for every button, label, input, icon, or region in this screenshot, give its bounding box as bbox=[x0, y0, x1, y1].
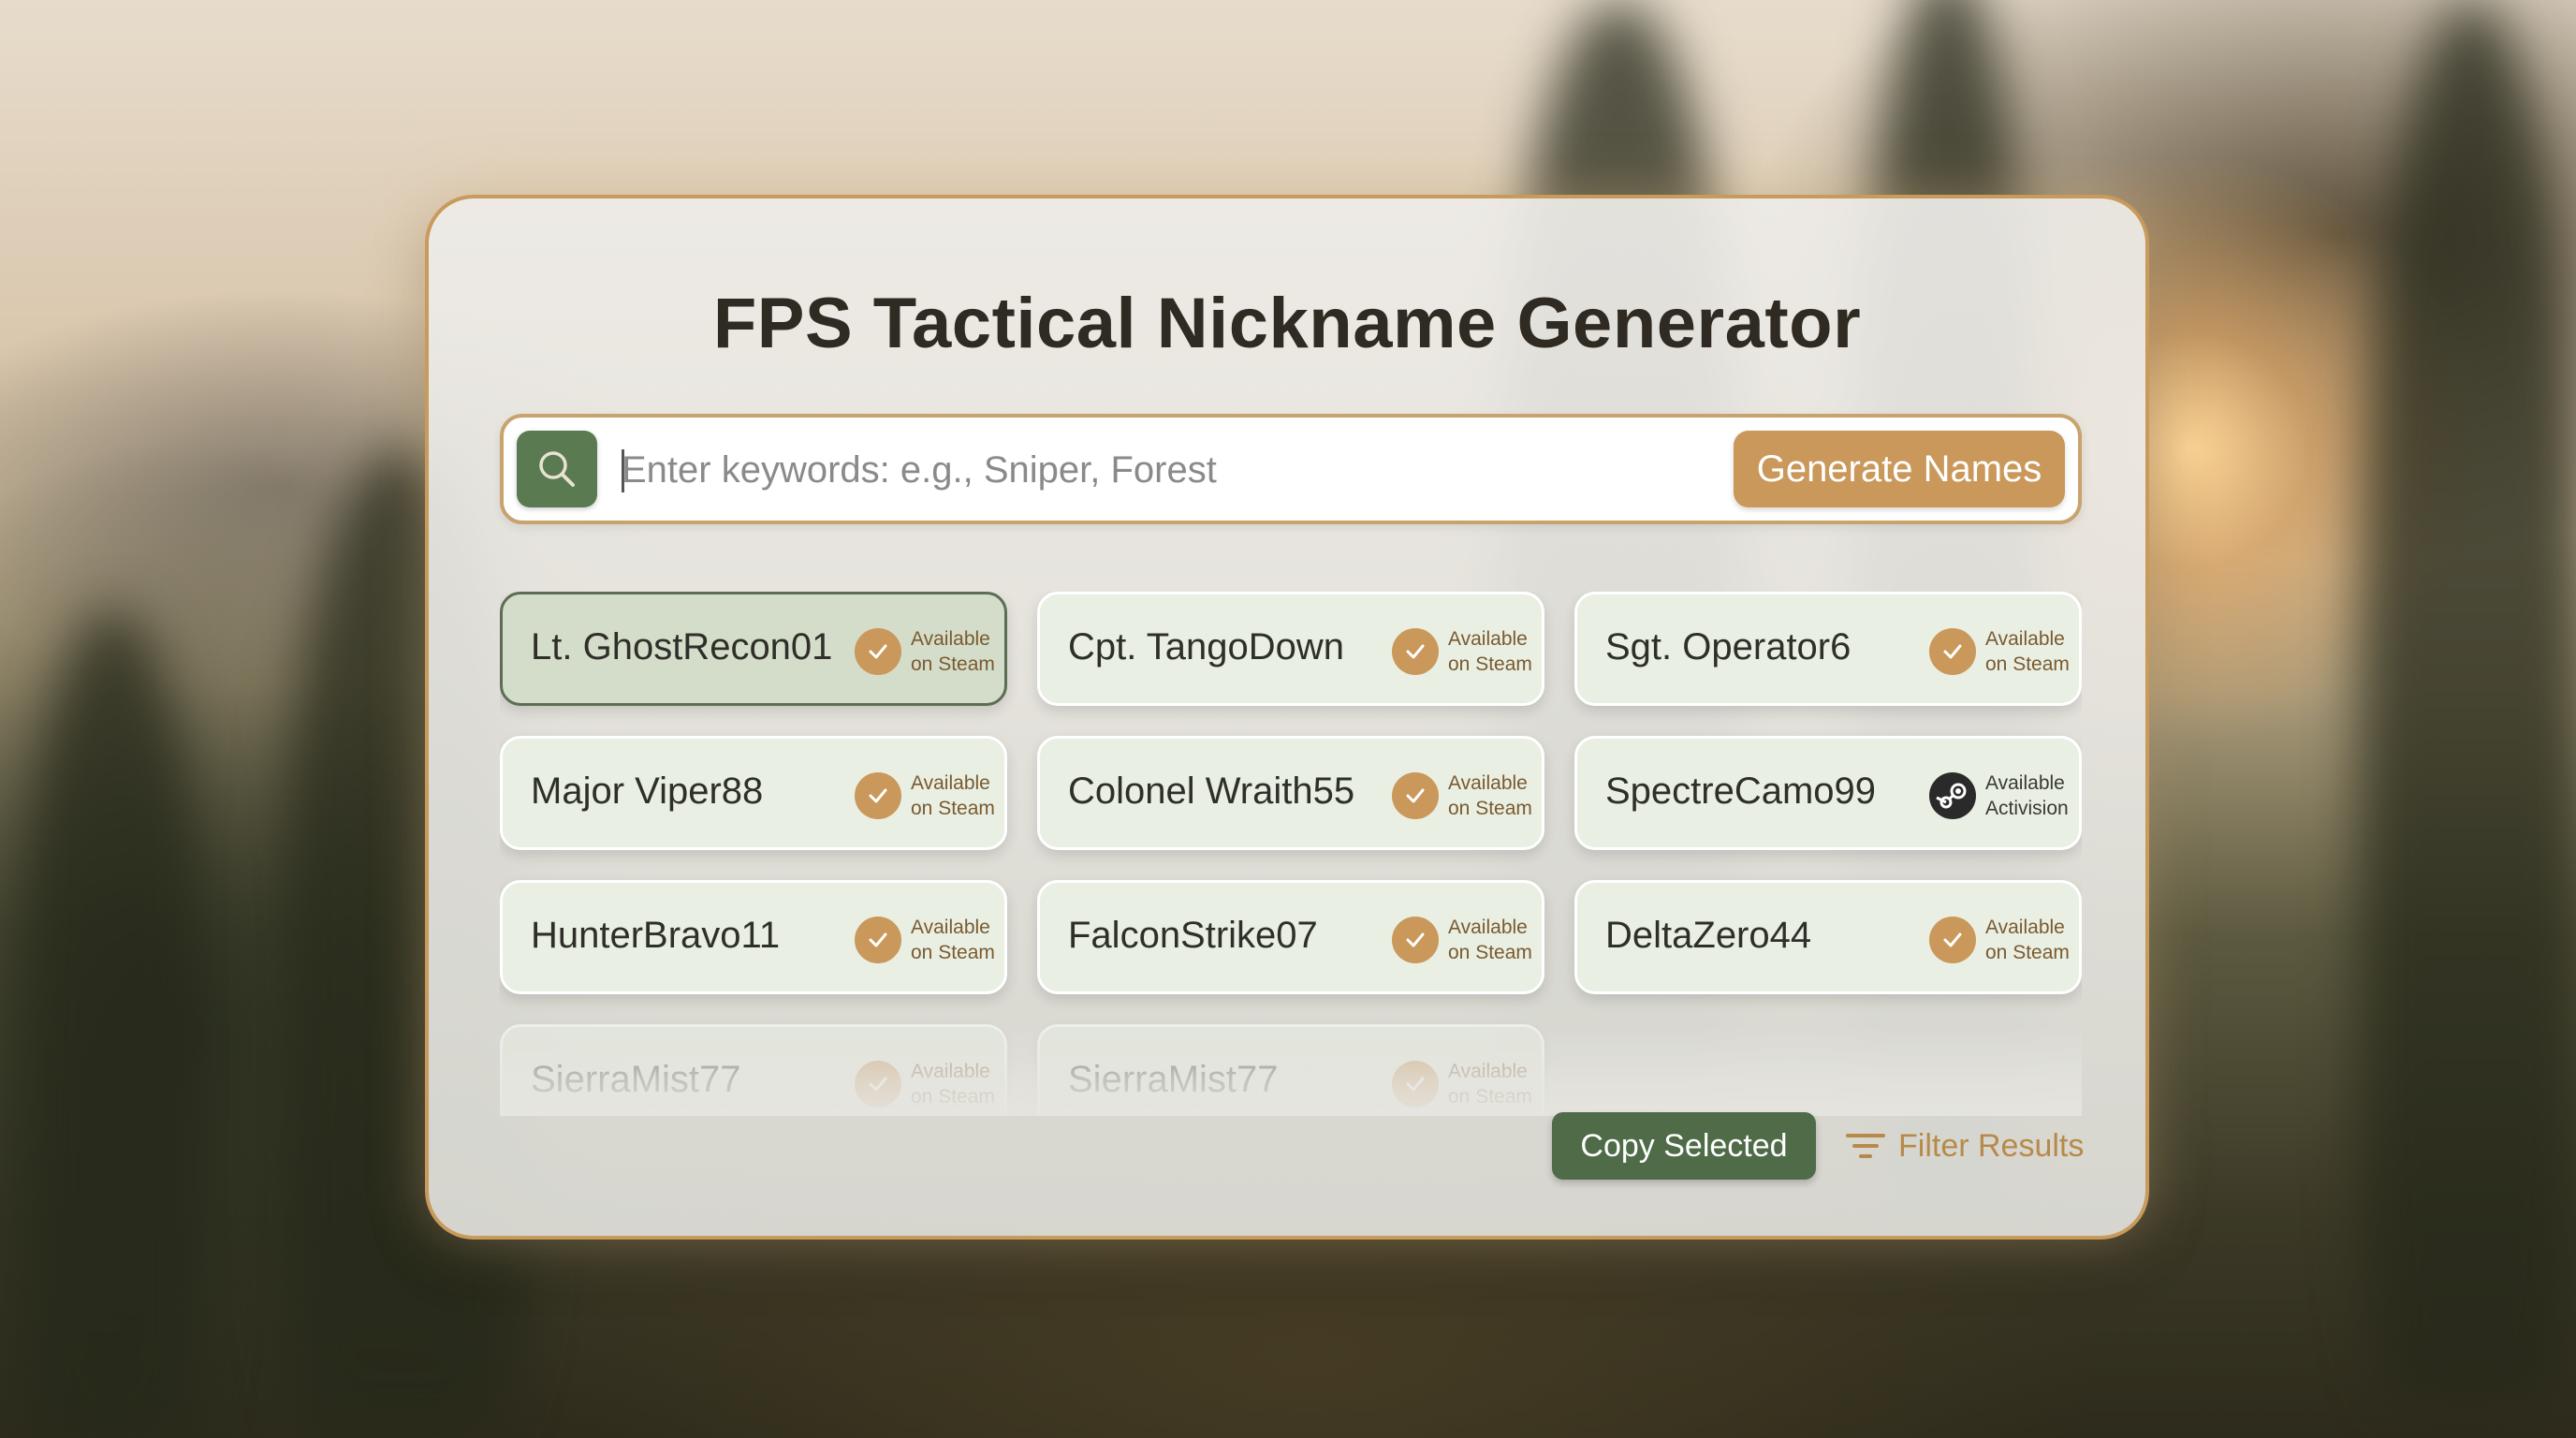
check-icon bbox=[1929, 917, 1976, 963]
availability-badge: Available on Steam bbox=[1448, 1061, 1532, 1108]
nickname-label: DeltaZero44 bbox=[1605, 915, 1812, 956]
availability-badge: Available Activision bbox=[1985, 772, 2069, 819]
availability-badge: Available on Steam bbox=[911, 1061, 995, 1108]
check-icon bbox=[1392, 772, 1439, 819]
check-icon bbox=[855, 917, 901, 963]
generator-panel: FPS Tactical Nickname Generator Generate… bbox=[425, 195, 2149, 1240]
search-input[interactable] bbox=[622, 436, 1651, 504]
nickname-label: HunterBravo11 bbox=[531, 915, 781, 956]
copy-selected-button[interactable]: Copy Selected bbox=[1552, 1112, 1816, 1180]
page-title: FPS Tactical Nickname Generator bbox=[712, 284, 1862, 363]
availability-badge: Available on Steam bbox=[1448, 772, 1532, 819]
check-icon bbox=[855, 772, 901, 819]
background-tree bbox=[19, 609, 206, 1438]
check-icon bbox=[1929, 628, 1976, 675]
background-scene: FPS Tactical Nickname Generator Generate… bbox=[0, 0, 2576, 1438]
nickname-card[interactable]: DeltaZero44 Available on Steam bbox=[1574, 880, 2082, 994]
nickname-card[interactable]: Sgt. Operator6 Available on Steam bbox=[1574, 592, 2082, 706]
nickname-card[interactable]: Colonel Wraith55 Available on Steam bbox=[1037, 736, 1544, 850]
nickname-card[interactable]: Lt. GhostRecon01 Available on Steam bbox=[500, 592, 1007, 706]
generate-names-button[interactable]: Generate Names bbox=[1734, 431, 2065, 507]
filter-icon bbox=[1846, 1130, 1885, 1162]
nickname-card[interactable]: SpectreCamo99 Available Activision bbox=[1574, 736, 2082, 850]
availability-badge: Available on Steam bbox=[1448, 628, 1532, 675]
nickname-card[interactable]: SierraMist77 Available on Steam bbox=[500, 1024, 1007, 1116]
availability-badge: Available on Steam bbox=[911, 917, 995, 963]
check-icon bbox=[855, 1061, 901, 1108]
availability-badge: Available on Steam bbox=[1448, 917, 1532, 963]
search-icon[interactable] bbox=[517, 431, 597, 507]
nickname-label: SierraMist77 bbox=[1068, 1059, 1279, 1100]
search-bar: Generate Names bbox=[500, 414, 2082, 524]
check-icon bbox=[1392, 917, 1439, 963]
nickname-label: Major Viper88 bbox=[531, 770, 764, 812]
nickname-label: FalconStrike07 bbox=[1068, 915, 1318, 956]
availability-badge: Available on Steam bbox=[1985, 628, 2070, 675]
nickname-card[interactable]: SierraMist77 Available on Steam bbox=[1037, 1024, 1544, 1116]
availability-badge: Available on Steam bbox=[911, 628, 995, 675]
nickname-card[interactable]: HunterBravo11 Available on Steam bbox=[500, 880, 1007, 994]
nickname-card[interactable]: Major Viper88 Available on Steam bbox=[500, 736, 1007, 850]
nickname-card[interactable]: Cpt. TangoDown Available on Steam bbox=[1037, 592, 1544, 706]
check-icon bbox=[1392, 628, 1439, 675]
check-icon bbox=[855, 628, 901, 675]
results-grid: Lt. GhostRecon01 Available on Steam Cpt. … bbox=[500, 592, 2082, 1116]
availability-badge: Available on Steam bbox=[1985, 917, 2070, 963]
text-cursor bbox=[622, 449, 624, 492]
availability-badge: Available on Steam bbox=[911, 772, 995, 819]
background-tree bbox=[2359, 0, 2576, 1404]
filter-results-button[interactable]: Filter Results bbox=[1846, 1112, 2089, 1180]
nickname-label: Sgt. Operator6 bbox=[1605, 626, 1852, 668]
nickname-label: SierraMist77 bbox=[531, 1059, 741, 1100]
steam-icon bbox=[1929, 772, 1976, 819]
nickname-label: Lt. GhostRecon01 bbox=[531, 626, 833, 668]
filter-results-label: Filter Results bbox=[1898, 1127, 2085, 1164]
nickname-card[interactable]: FalconStrike07 Available on Steam bbox=[1037, 880, 1544, 994]
nickname-label: SpectreCamo99 bbox=[1605, 770, 1877, 812]
nickname-label: Cpt. TangoDown bbox=[1068, 626, 1344, 668]
check-icon bbox=[1392, 1061, 1439, 1108]
nickname-label: Colonel Wraith55 bbox=[1068, 770, 1355, 812]
